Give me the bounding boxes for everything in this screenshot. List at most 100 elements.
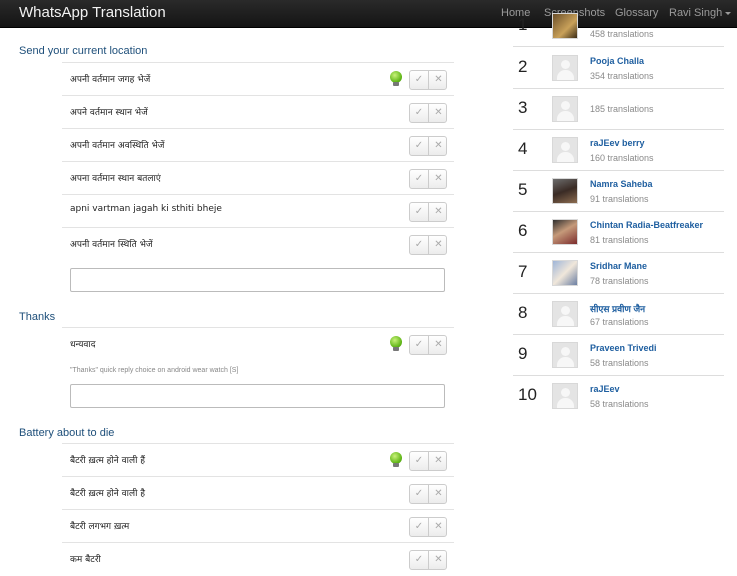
rank-number: 10	[518, 385, 537, 404]
vote-buttons: ✓ ✕	[409, 103, 447, 123]
reject-button[interactable]: ✕	[429, 336, 448, 354]
new-translation-input[interactable]	[70, 384, 445, 408]
leaderboard-row: 1 458 translations	[513, 6, 724, 47]
avatar[interactable]	[552, 219, 578, 245]
translation-count: 91 translations	[590, 194, 649, 204]
reject-button[interactable]: ✕	[429, 71, 448, 89]
reject-button[interactable]: ✕	[429, 104, 448, 122]
leaderboard-row: 6 Chintan Radia-Beatfreaker 81 translati…	[513, 212, 724, 253]
user-name-link[interactable]: Chintan Radia-Beatfreaker	[590, 220, 703, 230]
reject-button[interactable]: ✕	[429, 485, 448, 503]
translation-row: अपनी वर्तमान जगह भेजें ✓ ✕	[62, 62, 454, 95]
translation-row: अपनी वर्तमान स्थिति भेजें ✓ ✕	[62, 227, 454, 260]
translation-row: धन्यवाद ✓ ✕	[62, 327, 454, 360]
translation-text: बैटरी लगभग ख़त्म	[70, 522, 130, 532]
vote-buttons: ✓ ✕	[409, 235, 447, 255]
translation-text: apni vartman jagah ki sthiti bheje	[70, 204, 222, 214]
translation-row: अपने वर्तमान स्थान भेजें ✓ ✕	[62, 95, 454, 128]
reject-button[interactable]: ✕	[429, 170, 448, 188]
translation-row: बैटरी लगभग ख़त्म ✓ ✕	[62, 509, 454, 542]
approve-button[interactable]: ✓	[410, 137, 429, 155]
reject-button[interactable]: ✕	[429, 452, 448, 470]
avatar[interactable]	[552, 13, 578, 39]
translation-row: apni vartman jagah ki sthiti bheje ✓ ✕	[62, 194, 454, 227]
approved-bulb-icon	[390, 71, 402, 87]
translation-count: 354 translations	[590, 71, 654, 81]
translation-text: बैटरी ख़त्म होने वाली है	[70, 489, 146, 499]
reject-button[interactable]: ✕	[429, 518, 448, 536]
vote-buttons: ✓ ✕	[409, 484, 447, 504]
rank-number: 6	[518, 221, 528, 240]
avatar[interactable]	[552, 55, 578, 81]
translation-count: 58 translations	[590, 399, 649, 409]
vote-buttons: ✓ ✕	[409, 136, 447, 156]
avatar[interactable]	[552, 301, 578, 327]
translation-row: अपना वर्तमान स्थान बतलाएं ✓ ✕	[62, 161, 454, 194]
translation-row: बैटरी ख़त्म होने वाली है ✓ ✕	[62, 476, 454, 509]
translation-list: Send your current location अपनी वर्तमान …	[0, 28, 490, 576]
reject-button[interactable]: ✕	[429, 203, 448, 221]
brand-title[interactable]: WhatsApp Translation	[19, 4, 166, 21]
reject-button[interactable]: ✕	[429, 551, 448, 569]
rank-number: 8	[518, 303, 528, 322]
approve-button[interactable]: ✓	[410, 170, 429, 188]
user-name-link[interactable]: Sridhar Mane	[590, 261, 647, 271]
section-title-battery: Battery about to die	[19, 427, 115, 439]
vote-buttons: ✓ ✕	[409, 70, 447, 90]
translation-count: 458 translations	[590, 29, 654, 39]
leaderboard-row: 8 सीएस प्रवीण जैन 67 translations	[513, 294, 724, 335]
approve-button[interactable]: ✓	[410, 71, 429, 89]
translation-text: अपनी वर्तमान जगह भेजें	[70, 75, 151, 85]
reject-button[interactable]: ✕	[429, 236, 448, 254]
translation-count: 185 translations	[590, 104, 654, 114]
avatar[interactable]	[552, 260, 578, 286]
rank-number: 3	[518, 98, 528, 117]
vote-buttons: ✓ ✕	[409, 451, 447, 471]
rank-number: 2	[518, 57, 528, 76]
leaderboard-row: 9 Praveen Trivedi 58 translations	[513, 335, 724, 376]
approve-button[interactable]: ✓	[410, 485, 429, 503]
approve-button[interactable]: ✓	[410, 452, 429, 470]
user-name-link[interactable]: Praveen Trivedi	[590, 343, 657, 353]
avatar[interactable]	[552, 96, 578, 122]
approve-button[interactable]: ✓	[410, 104, 429, 122]
approve-button[interactable]: ✓	[410, 551, 429, 569]
leaderboard: 1 458 translations 2 Pooja Challa 354 tr…	[513, 13, 737, 576]
avatar[interactable]	[552, 342, 578, 368]
reject-button[interactable]: ✕	[429, 137, 448, 155]
approved-bulb-icon	[390, 336, 402, 352]
leaderboard-row: 10 raJEev 58 translations	[513, 376, 724, 417]
translation-text: कम बैटरी	[70, 555, 101, 565]
user-name-link[interactable]: Pooja Challa	[590, 56, 644, 66]
user-name-link[interactable]: raJEev	[590, 384, 620, 394]
rank-number: 5	[518, 180, 528, 199]
approve-button[interactable]: ✓	[410, 336, 429, 354]
avatar[interactable]	[552, 178, 578, 204]
rank-number: 1	[518, 15, 528, 34]
leaderboard-row: 2 Pooja Challa 354 translations	[513, 48, 724, 89]
vote-buttons: ✓ ✕	[409, 335, 447, 355]
avatar[interactable]	[552, 137, 578, 163]
approve-button[interactable]: ✓	[410, 203, 429, 221]
translation-count: 67 translations	[590, 317, 649, 327]
approve-button[interactable]: ✓	[410, 518, 429, 536]
context-note: "Thanks" quick reply choice on android w…	[70, 367, 239, 374]
leaderboard-row: 4 raJEev berry 160 translations	[513, 130, 724, 171]
avatar[interactable]	[552, 383, 578, 409]
vote-buttons: ✓ ✕	[409, 169, 447, 189]
user-name-link[interactable]: raJEev berry	[590, 138, 645, 148]
user-name-link[interactable]: सीएस प्रवीण जैन	[590, 302, 645, 315]
rank-number: 9	[518, 344, 528, 363]
vote-buttons: ✓ ✕	[409, 517, 447, 537]
translation-count: 160 translations	[590, 153, 654, 163]
rank-number: 4	[518, 139, 528, 158]
translation-text: अपने वर्तमान स्थान भेजें	[70, 108, 148, 118]
translation-count: 81 translations	[590, 235, 649, 245]
approved-bulb-icon	[390, 452, 402, 468]
translation-text: अपनी वर्तमान स्थिति भेजें	[70, 240, 153, 250]
user-name-link[interactable]: Namra Saheba	[590, 179, 653, 189]
approve-button[interactable]: ✓	[410, 236, 429, 254]
translation-text: बैटरी ख़त्म होने वाली हैं	[70, 456, 146, 466]
new-translation-input[interactable]	[70, 268, 445, 292]
translation-row: अपनी वर्तमान अवस्थिति भेजें ✓ ✕	[62, 128, 454, 161]
